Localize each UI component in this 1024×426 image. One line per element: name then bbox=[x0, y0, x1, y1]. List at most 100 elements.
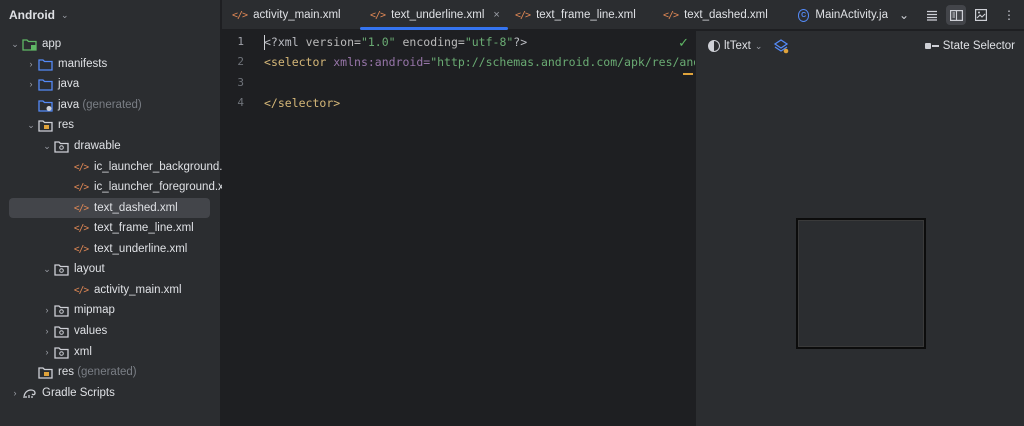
chevron-right-icon[interactable]: › bbox=[9, 388, 21, 398]
tree-item-text-dashed[interactable]: </> text_dashed.xml bbox=[9, 198, 210, 218]
xml-file-icon: </> bbox=[663, 9, 679, 21]
folder-icon bbox=[37, 77, 53, 91]
split-view-icon[interactable] bbox=[946, 5, 966, 25]
tree-item-suffix: (generated) bbox=[82, 99, 142, 111]
warning-marker bbox=[683, 73, 693, 75]
tree-item-values[interactable]: › values bbox=[41, 321, 107, 341]
tree-item-res[interactable]: ⌄ res bbox=[25, 115, 74, 135]
xml-file-icon: </> bbox=[73, 181, 89, 193]
package-folder-icon bbox=[53, 139, 69, 153]
line-number: 2 bbox=[237, 55, 244, 68]
state-selector-icon-line bbox=[931, 45, 939, 47]
class-icon: C bbox=[798, 8, 810, 22]
tab-main-activity[interactable]: C MainActivity.ja bbox=[798, 0, 888, 30]
tree-item-label: res bbox=[58, 366, 74, 378]
tree-item-manifests[interactable]: › manifests bbox=[25, 54, 107, 74]
tree-item-activity-main[interactable]: </> activity_main.xml bbox=[73, 280, 182, 300]
state-selector-icon bbox=[924, 43, 931, 49]
theme-selector[interactable]: ltText ⌄ bbox=[708, 40, 762, 52]
tree-item-drawable[interactable]: ⌄ drawable bbox=[41, 136, 121, 156]
xml-pi-close: ?> bbox=[513, 35, 528, 49]
package-folder-icon bbox=[53, 303, 69, 317]
tree-item-text-frame-line[interactable]: </> text_frame_line.xml bbox=[73, 218, 194, 238]
xml-attr-value: "1.0" bbox=[360, 35, 396, 49]
tab-label: activity_main.xml bbox=[253, 9, 341, 21]
tree-item-label: mipmap bbox=[74, 304, 115, 316]
xml-file-icon: </> bbox=[73, 202, 89, 214]
xml-pi-open: <? bbox=[264, 35, 278, 49]
tree-item-java[interactable]: › java bbox=[25, 74, 79, 94]
line-number: 1 bbox=[237, 35, 244, 48]
xml-file-icon: </> bbox=[232, 9, 248, 21]
package-folder-icon bbox=[53, 345, 69, 359]
tree-item-gradle-scripts[interactable]: › Gradle Scripts bbox=[9, 383, 115, 403]
line-number: 3 bbox=[237, 76, 244, 89]
editor-tab-bar: </> activity_main.xml </> text_underline… bbox=[222, 0, 1024, 30]
tree-item-label: ic_launcher_background.xml bbox=[94, 161, 241, 173]
xml-bracket: > bbox=[333, 96, 341, 110]
res-folder-icon bbox=[37, 118, 53, 132]
module-folder-icon bbox=[21, 37, 37, 51]
tree-item-java-generated[interactable]: java (generated) bbox=[25, 95, 142, 115]
project-view-title: Android bbox=[9, 8, 55, 22]
chevron-right-icon[interactable]: › bbox=[41, 347, 53, 357]
layers-icon[interactable] bbox=[773, 38, 789, 54]
tree-item-label: text_underline.xml bbox=[94, 243, 188, 255]
xml-file-icon: </> bbox=[515, 9, 531, 21]
tree-item-label: manifests bbox=[58, 58, 108, 70]
code-view-icon[interactable] bbox=[924, 7, 940, 23]
xml-attr: encoding= bbox=[395, 35, 465, 49]
tree-item-xml[interactable]: › xml bbox=[41, 342, 92, 362]
tree-item-ic-launcher-background[interactable]: </> ic_launcher_background.xml bbox=[73, 157, 240, 177]
xml-file-icon: </> bbox=[73, 161, 89, 173]
chevron-right-icon[interactable]: › bbox=[25, 79, 37, 89]
xml-attr-value: "utf-8" bbox=[464, 35, 514, 49]
chevron-down-icon[interactable]: ⌄ bbox=[41, 141, 53, 152]
tree-item-label: values bbox=[74, 325, 108, 337]
chevron-down-icon[interactable]: ⌄ bbox=[9, 39, 21, 50]
tree-item-mipmap[interactable]: › mipmap bbox=[41, 300, 115, 320]
chevron-down-icon[interactable]: ⌄ bbox=[25, 120, 37, 131]
tree-item-suffix: (generated) bbox=[77, 366, 137, 378]
tab-text-dashed[interactable]: </> text_dashed.xml bbox=[663, 0, 768, 30]
tab-text-frame-line[interactable]: </> text_frame_line.xml bbox=[515, 0, 636, 30]
tree-item-label: layout bbox=[74, 263, 105, 275]
tab-text-underline[interactable]: </> text_underline.xml × bbox=[360, 0, 508, 30]
tab-list-chevron-down-icon[interactable]: ⌄ bbox=[896, 7, 912, 23]
project-view-selector[interactable]: Android ⌄ bbox=[0, 0, 220, 30]
design-view-icon[interactable] bbox=[973, 7, 989, 23]
inspection-ok-icon[interactable]: ✓ bbox=[678, 35, 689, 51]
code-line-1[interactable]: <?xml version="1.0" encoding="utf-8"?> bbox=[264, 35, 527, 49]
tree-item-label: drawable bbox=[74, 140, 121, 152]
tree-item-ic-launcher-foreground[interactable]: </> ic_launcher_foreground.xml bbox=[73, 177, 236, 197]
tab-label: text_frame_line.xml bbox=[536, 9, 636, 21]
tree-item-res-generated[interactable]: res (generated) bbox=[25, 362, 137, 382]
chevron-right-icon[interactable]: › bbox=[41, 326, 53, 336]
tree-item-label: activity_main.xml bbox=[94, 284, 182, 296]
state-selector-button[interactable]: State Selector bbox=[924, 40, 1015, 52]
xml-bracket: </ bbox=[264, 96, 278, 110]
xml-attr-value: "http://schemas.android.com/apk/res/and bbox=[430, 55, 695, 69]
code-line-2[interactable]: <selector xmlns:android="http://schemas.… bbox=[264, 55, 695, 69]
xml-file-icon: </> bbox=[73, 243, 89, 255]
xml-file-icon: </> bbox=[73, 284, 89, 296]
res-folder-icon bbox=[37, 365, 53, 379]
tab-activity-main[interactable]: </> activity_main.xml bbox=[232, 0, 341, 30]
project-panel: Android ⌄ ⌄ app › manifests › java java … bbox=[0, 0, 240, 426]
more-options-icon[interactable]: ⋮ bbox=[1001, 7, 1017, 23]
package-folder-icon bbox=[53, 262, 69, 276]
xml-file-icon: </> bbox=[370, 9, 386, 21]
close-icon[interactable]: × bbox=[493, 9, 499, 21]
tree-item-app[interactable]: ⌄ app bbox=[9, 34, 61, 54]
tab-label: MainActivity.ja bbox=[815, 9, 888, 21]
tree-item-label: xml bbox=[74, 346, 92, 358]
code-editor[interactable]: 1 2 3 4 <?xml version="1.0" encoding="ut… bbox=[222, 31, 695, 426]
xml-namespace-attr: xmlns:android= bbox=[326, 55, 431, 69]
chevron-down-icon[interactable]: ⌄ bbox=[41, 264, 53, 275]
chevron-right-icon[interactable]: › bbox=[25, 59, 37, 69]
code-line-4[interactable]: </selector> bbox=[264, 96, 340, 110]
tree-item-text-underline[interactable]: </> text_underline.xml bbox=[73, 239, 187, 259]
tree-item-label: app bbox=[42, 38, 62, 50]
tree-item-layout[interactable]: ⌄ layout bbox=[41, 259, 105, 279]
chevron-right-icon[interactable]: › bbox=[41, 305, 53, 315]
